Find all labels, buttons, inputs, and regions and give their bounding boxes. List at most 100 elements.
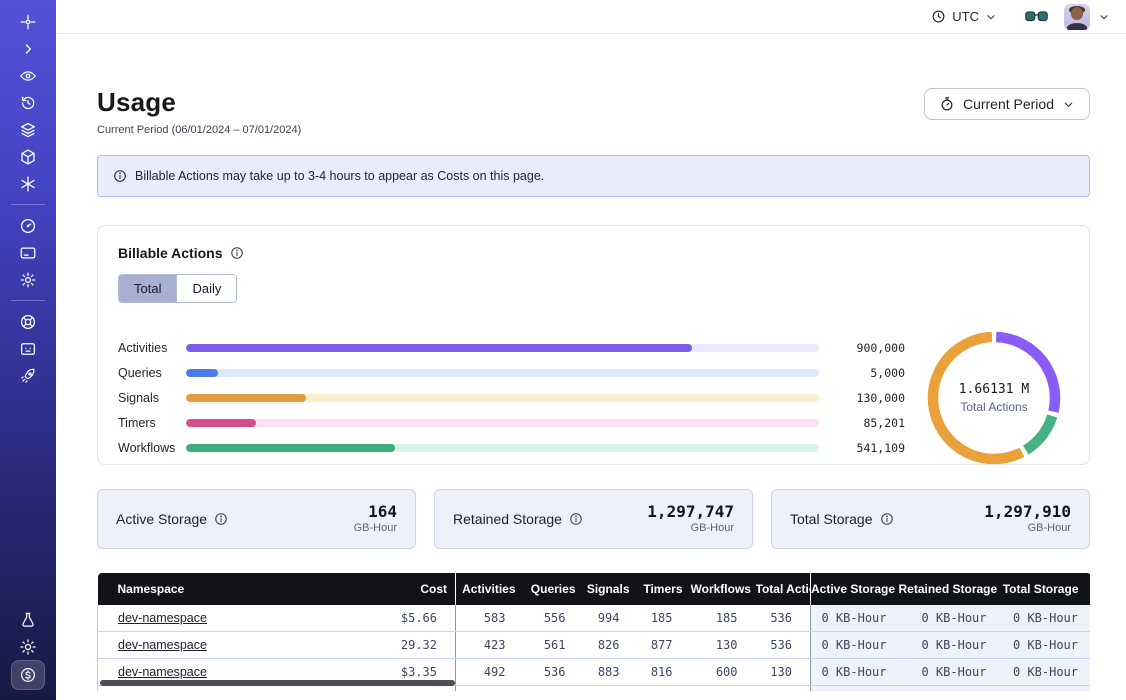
expand-sidebar-chevron-icon[interactable]	[11, 35, 45, 62]
cell-total-actions: 536	[756, 605, 811, 632]
bar-value: 541,109	[835, 441, 905, 455]
history-icon[interactable]	[11, 89, 45, 116]
namespace-link[interactable]: dev-namespace	[118, 611, 207, 625]
bar-row-signals: Signals 130,000	[118, 385, 905, 410]
glasses-icon[interactable]	[1025, 10, 1048, 23]
flask-icon[interactable]	[11, 606, 45, 633]
total-storage-unit: GB-Hour	[984, 522, 1071, 534]
info-banner-text: Billable Actions may take up to 3-4 hour…	[135, 169, 544, 183]
cell-workflows: 185	[691, 605, 756, 632]
usage-dollar-icon[interactable]	[11, 660, 45, 690]
card-icon[interactable]	[11, 239, 45, 266]
donut-total-value: 1.66131 M	[959, 382, 1029, 397]
horizontal-scrollbar-thumb[interactable]	[100, 680, 455, 686]
cell-retained-storage: 0 KB-Hour	[899, 632, 999, 659]
eye-icon[interactable]	[11, 62, 45, 89]
temporal-logo[interactable]	[11, 8, 45, 35]
info-icon[interactable]	[214, 512, 228, 526]
bar-track	[186, 444, 819, 452]
retained-storage-value: 1,297,747	[647, 503, 734, 521]
cell-signals: 883	[584, 659, 638, 686]
layers-icon[interactable]	[11, 116, 45, 143]
rocket-icon[interactable]	[11, 362, 45, 389]
cell-retained-storage: 0 KB-Hour	[899, 605, 999, 632]
total-storage-label: Total Storage	[790, 511, 873, 527]
sidebar	[0, 0, 56, 700]
col-cost[interactable]: Cost	[392, 573, 456, 605]
bar-label: Activities	[118, 341, 186, 355]
billable-actions-card: Billable Actions Total Daily Activities …	[97, 225, 1090, 465]
chevron-down-icon	[985, 11, 997, 23]
asterisk-icon[interactable]	[11, 170, 45, 197]
billable-actions-title: Billable Actions	[118, 245, 223, 261]
current-period-label: Current Period	[963, 96, 1054, 112]
sidebar-divider	[11, 204, 45, 205]
gauge-icon[interactable]	[11, 212, 45, 239]
namespace-link[interactable]: dev-namespace	[118, 638, 207, 652]
cell-queries: 536	[524, 659, 584, 686]
retained-storage-card: Retained Storage 1,297,747 GB-Hour	[434, 489, 753, 549]
tab-total[interactable]: Total	[119, 275, 176, 302]
current-period-button[interactable]: Current Period	[924, 88, 1090, 120]
sidebar-divider	[11, 300, 45, 301]
bar-fill	[186, 419, 256, 427]
monitor-icon[interactable]	[11, 335, 45, 362]
bar-label: Queries	[118, 366, 186, 380]
bar-value: 85,201	[835, 416, 905, 430]
cell-queries: 556	[524, 605, 584, 632]
content: Usage Current Period (06/01/2024 – 07/01…	[56, 34, 1126, 700]
bar-track	[186, 419, 819, 427]
storage-cards-row: Active Storage 164 GB-Hour Retained Stor…	[97, 489, 1090, 549]
table-header-row: Namespace Cost Activities Queries Signal…	[98, 573, 1091, 605]
bar-label: Signals	[118, 391, 186, 405]
cell-activities: 423	[456, 632, 524, 659]
info-icon[interactable]	[880, 512, 894, 526]
col-namespace[interactable]: Namespace	[98, 573, 392, 605]
cube-icon[interactable]	[11, 143, 45, 170]
namespace-link[interactable]: dev-namespace	[118, 665, 207, 679]
col-total-actions[interactable]: Total Actions	[756, 573, 811, 605]
cell-queries: 561	[524, 632, 584, 659]
donut-total-label: Total Actions	[960, 400, 1027, 414]
cell-total-storage: 0 KB-Hour	[999, 605, 1091, 632]
cell-activities: 492	[456, 659, 524, 686]
bar-track	[186, 394, 819, 402]
main-area: UTC Usage Current Period (06/01/2024 – 0…	[56, 0, 1126, 700]
cell-cost: 29.32	[392, 632, 456, 659]
bar-row-workflows: Workflows 541,109	[118, 435, 905, 460]
timezone-selector[interactable]: UTC	[931, 9, 997, 24]
cell-active-storage: 0 KB-Hour	[811, 632, 899, 659]
col-total-storage[interactable]: Total Storage	[999, 573, 1091, 605]
info-banner: Billable Actions may take up to 3-4 hour…	[97, 155, 1090, 197]
page-title: Usage	[97, 88, 301, 117]
col-workflows[interactable]: Workflows	[691, 573, 756, 605]
col-active-storage[interactable]: Active Storage	[811, 573, 899, 605]
bar-fill	[186, 394, 306, 402]
active-storage-card: Active Storage 164 GB-Hour	[97, 489, 416, 549]
cell-cost: $5.66	[392, 605, 456, 632]
info-icon[interactable]	[230, 246, 244, 260]
tab-daily[interactable]: Daily	[176, 275, 236, 302]
bar-row-activities: Activities 900,000	[118, 335, 905, 360]
avatar[interactable]	[1064, 4, 1090, 30]
col-signals[interactable]: Signals	[584, 573, 638, 605]
gear-icon[interactable]	[11, 266, 45, 293]
cell-active-storage: 0 KB-Hour	[811, 605, 899, 632]
bar-row-queries: Queries 5,000	[118, 360, 905, 385]
col-queries[interactable]: Queries	[524, 573, 584, 605]
col-retained-storage[interactable]: Retained Storage	[899, 573, 999, 605]
bar-label: Timers	[118, 416, 186, 430]
cell-total-actions: 130	[756, 659, 811, 686]
info-icon[interactable]	[569, 512, 583, 526]
col-timers[interactable]: Timers	[638, 573, 691, 605]
info-icon	[113, 169, 127, 183]
cell-timers: 816	[638, 659, 691, 686]
sun-icon[interactable]	[11, 633, 45, 660]
cell-activities: 583	[456, 605, 524, 632]
cell-active-storage: 0 KB-Hour	[811, 659, 899, 686]
lifebuoy-icon[interactable]	[11, 308, 45, 335]
col-activities[interactable]: Activities	[456, 573, 524, 605]
page-subtitle: Current Period (06/01/2024 – 07/01/2024)	[97, 124, 301, 136]
stopwatch-icon	[939, 96, 955, 112]
chevron-down-icon[interactable]	[1098, 11, 1110, 23]
